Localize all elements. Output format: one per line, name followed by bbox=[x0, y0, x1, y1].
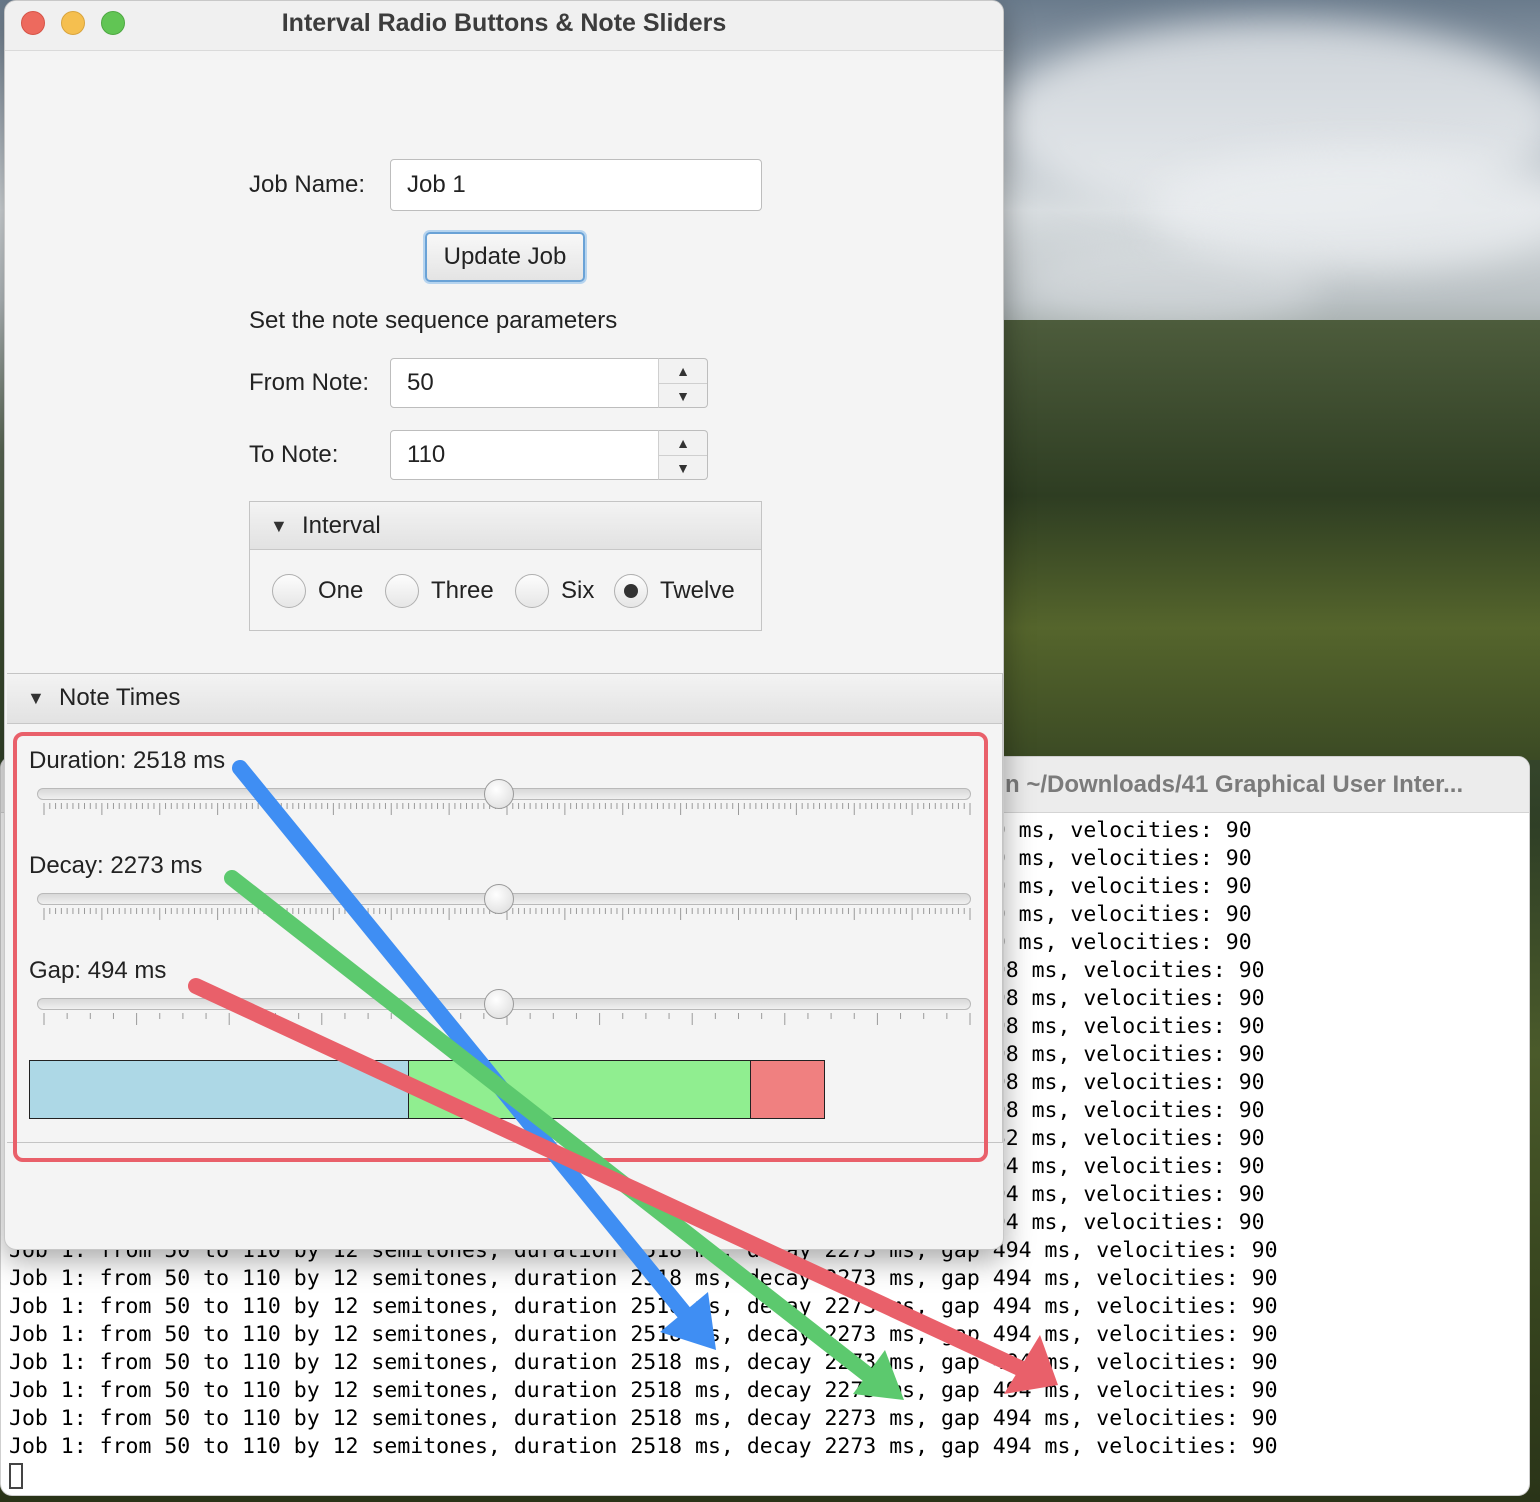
job-name-value: Job 1 bbox=[407, 171, 466, 198]
to-note-spinner: ▲ ▼ bbox=[658, 430, 708, 480]
app-titlebar: Interval Radio Buttons & Note Sliders bbox=[5, 1, 1003, 51]
radio-selected-dot bbox=[624, 584, 638, 598]
terminal-line: Job 1: from 50 to 110 by 12 semitones, d… bbox=[9, 1350, 1278, 1375]
collapse-triangle-icon: ▼ bbox=[270, 516, 288, 536]
radio-label: Three bbox=[431, 577, 494, 604]
to-note-label: To Note: bbox=[249, 441, 339, 468]
interval-title: Interval bbox=[302, 512, 381, 539]
terminal-line: Job 1: from 50 to 110 by 12 semitones, d… bbox=[9, 1406, 1278, 1431]
from-note-label: From Note: bbox=[249, 369, 370, 396]
note-times-pane-header[interactable]: ▼ Note Times bbox=[7, 674, 1002, 724]
radio-three[interactable]: Three bbox=[385, 574, 494, 608]
to-note-input[interactable]: 110 bbox=[390, 430, 660, 480]
radio-one[interactable]: One bbox=[272, 574, 363, 608]
radio-label: Twelve bbox=[660, 577, 735, 604]
app-title: Interval Radio Buttons & Note Sliders bbox=[281, 9, 727, 37]
radio-circle-selected bbox=[614, 574, 648, 608]
interval-pane: ▼ Interval One Three Six Twelve bbox=[249, 501, 762, 631]
from-note-value: 50 bbox=[407, 369, 434, 396]
app-window: Interval Radio Buttons & Note Sliders Jo… bbox=[4, 0, 1004, 1250]
job-name-input[interactable]: Job 1 bbox=[390, 159, 762, 211]
highlight-annotation-box bbox=[13, 732, 988, 1162]
terminal-cursor bbox=[9, 1463, 23, 1489]
terminal-line: Job 1: from 50 to 110 by 12 semitones, d… bbox=[9, 1294, 1278, 1319]
interval-pane-header[interactable]: ▼ Interval bbox=[250, 502, 761, 550]
terminal-title: n ~/Downloads/41 Graphical User Inter... bbox=[1005, 771, 1464, 798]
radio-circle bbox=[385, 574, 419, 608]
radio-twelve[interactable]: Twelve bbox=[614, 574, 735, 608]
from-note-input[interactable]: 50 bbox=[390, 358, 660, 408]
from-note-decrement-icon[interactable]: ▼ bbox=[659, 383, 707, 407]
terminal-line: Job 1: from 50 to 110 by 12 semitones, d… bbox=[9, 1434, 1278, 1459]
to-note-value: 110 bbox=[407, 441, 446, 468]
terminal-line: Job 1: from 50 to 110 by 12 semitones, d… bbox=[9, 1322, 1278, 1347]
terminal-line: Job 1: from 50 to 110 by 12 semitones, d… bbox=[9, 1378, 1278, 1403]
radio-circle bbox=[272, 574, 306, 608]
from-note-spinner: ▲ ▼ bbox=[658, 358, 708, 408]
to-note-decrement-icon[interactable]: ▼ bbox=[659, 455, 707, 479]
from-note-increment-icon[interactable]: ▲ bbox=[659, 359, 707, 383]
radio-six[interactable]: Six bbox=[515, 574, 594, 608]
terminal-line: Job 1: from 50 to 110 by 12 semitones, d… bbox=[9, 1266, 1278, 1291]
params-label: Set the note sequence parameters bbox=[249, 307, 618, 334]
job-name-label: Job Name: bbox=[249, 171, 366, 198]
radio-circle bbox=[515, 574, 549, 608]
radio-label: Six bbox=[561, 577, 595, 604]
collapse-triangle-icon: ▼ bbox=[27, 688, 45, 708]
to-note-increment-icon[interactable]: ▲ bbox=[659, 431, 707, 455]
note-times-title: Note Times bbox=[59, 684, 181, 711]
radio-label: One bbox=[318, 577, 364, 604]
update-job-button[interactable]: Update Job bbox=[425, 232, 585, 282]
